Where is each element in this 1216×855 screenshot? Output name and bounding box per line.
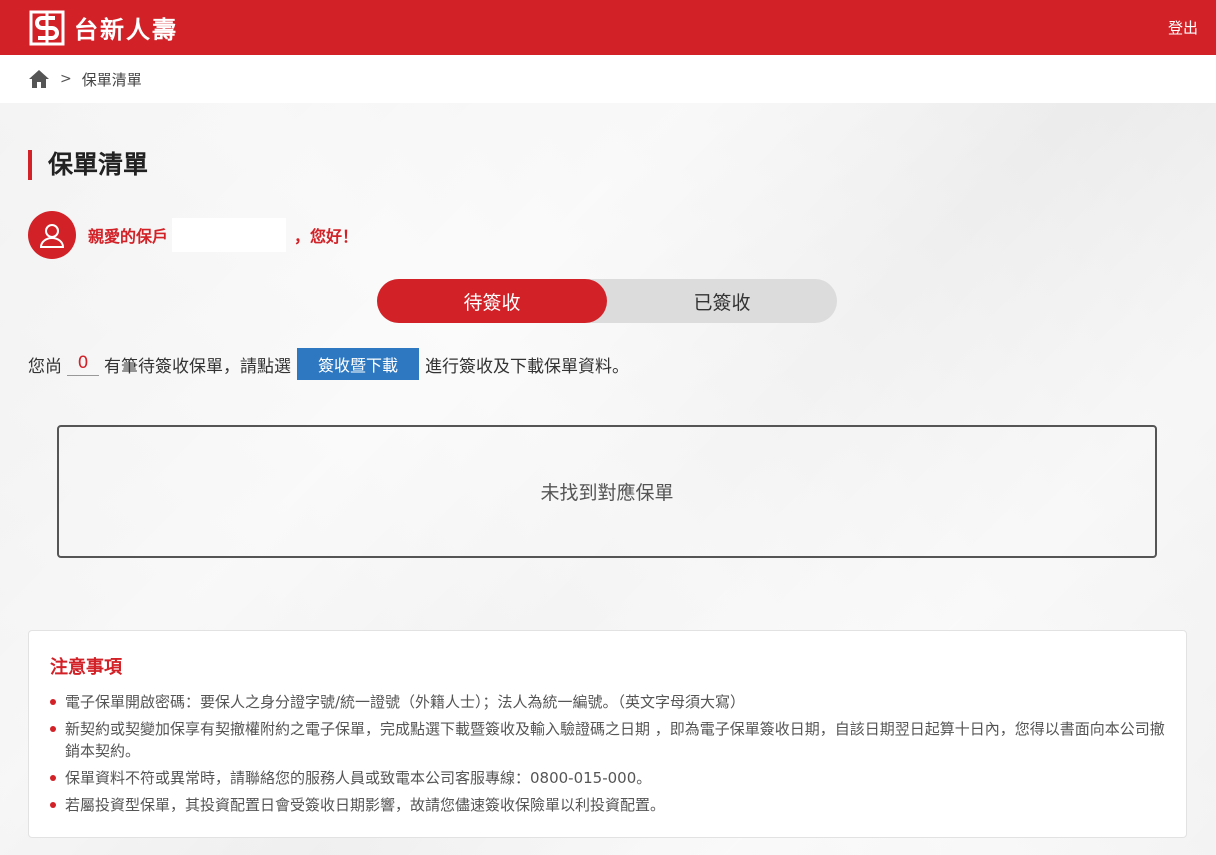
brand-name: 台新人壽 xyxy=(74,16,178,44)
greeting: 親愛的保戶 ，您好！ xyxy=(28,211,358,259)
list-item: 新契約或契變加保享有契撤權附約之電子保單，完成點選下載暨簽收及輸入驗證碼之日期 … xyxy=(50,718,1166,762)
tab-pending[interactable]: 待簽收 xyxy=(377,279,607,323)
taishin-logo-icon xyxy=(29,10,65,45)
notice-item-text: 電子保單開啟密碼：要保人之身分證字號/統一證號（外籍人士）；法人為統一編號。（英… xyxy=(65,693,746,711)
home-icon[interactable] xyxy=(28,69,50,89)
instruction-before-count: 您尚 xyxy=(28,356,62,377)
bullet-icon xyxy=(50,802,56,808)
greeting-suffix: ，您好！ xyxy=(294,227,359,246)
notice-item-text: 若屬投資型保單，其投資配置日會受簽收日期影響，故請您儘速簽收保險單以利投資配置。 xyxy=(65,796,666,814)
tab-signed[interactable]: 已簽收 xyxy=(607,279,837,323)
instruction-after-count: 有筆待簽收保單，請點選 xyxy=(104,356,291,377)
notice-item-text: 保單資料不符或異常時，請聯絡您的服務人員或致電本公司客服專線：0800-015-… xyxy=(65,769,652,787)
bullet-icon xyxy=(50,699,56,705)
notice-item-text: 新契約或契變加保享有契撤權附約之電子保單，完成點選下載暨簽收及輸入驗證碼之日期 … xyxy=(65,720,1165,760)
bullet-icon xyxy=(50,775,56,781)
empty-result-box: 未找到對應保單 xyxy=(57,425,1157,558)
greeting-prefix: 親愛的保戶 xyxy=(88,227,169,246)
notice-list: 電子保單開啟密碼：要保人之身分證字號/統一證號（外籍人士）；法人為統一編號。（英… xyxy=(50,691,1166,816)
breadcrumb: > 保單清單 xyxy=(0,55,1216,103)
instruction-line: 您尚 0 有筆待簽收保單，請點選 簽收暨下載 進行簽收及下載保單資料。 xyxy=(28,348,629,380)
breadcrumb-current: 保單清單 xyxy=(81,70,142,89)
instruction-after-button: 進行簽收及下載保單資料。 xyxy=(425,356,629,377)
empty-message: 未找到對應保單 xyxy=(540,482,674,504)
sign-download-button[interactable]: 簽收暨下載 xyxy=(297,348,419,380)
brand[interactable]: 台新人壽 xyxy=(28,9,178,47)
list-item: 電子保單開啟密碼：要保人之身分證字號/統一證號（外籍人士）；法人為統一編號。（英… xyxy=(50,691,1166,713)
list-item: 若屬投資型保單，其投資配置日會受簽收日期影響，故請您儘速簽收保險單以利投資配置。 xyxy=(50,794,1166,816)
list-item: 保單資料不符或異常時，請聯絡您的服務人員或致電本公司客服專線：0800-015-… xyxy=(50,767,1166,789)
notice-panel: 注意事項 電子保單開啟密碼：要保人之身分證字號/統一證號（外籍人士）；法人為統一… xyxy=(28,630,1187,838)
page-title: 保單清單 xyxy=(28,150,148,180)
logout-link[interactable]: 登出 xyxy=(1168,17,1198,38)
sign-status-tabs: 待簽收 已簽收 xyxy=(377,279,837,323)
user-icon xyxy=(39,224,65,248)
breadcrumb-separator: > xyxy=(60,71,72,87)
customer-name-redacted xyxy=(172,218,287,252)
pending-count: 0 xyxy=(67,353,99,376)
top-header: 台新人壽 登出 xyxy=(0,0,1216,55)
bullet-icon xyxy=(50,726,56,732)
notice-title: 注意事項 xyxy=(50,657,122,678)
avatar xyxy=(28,211,76,259)
